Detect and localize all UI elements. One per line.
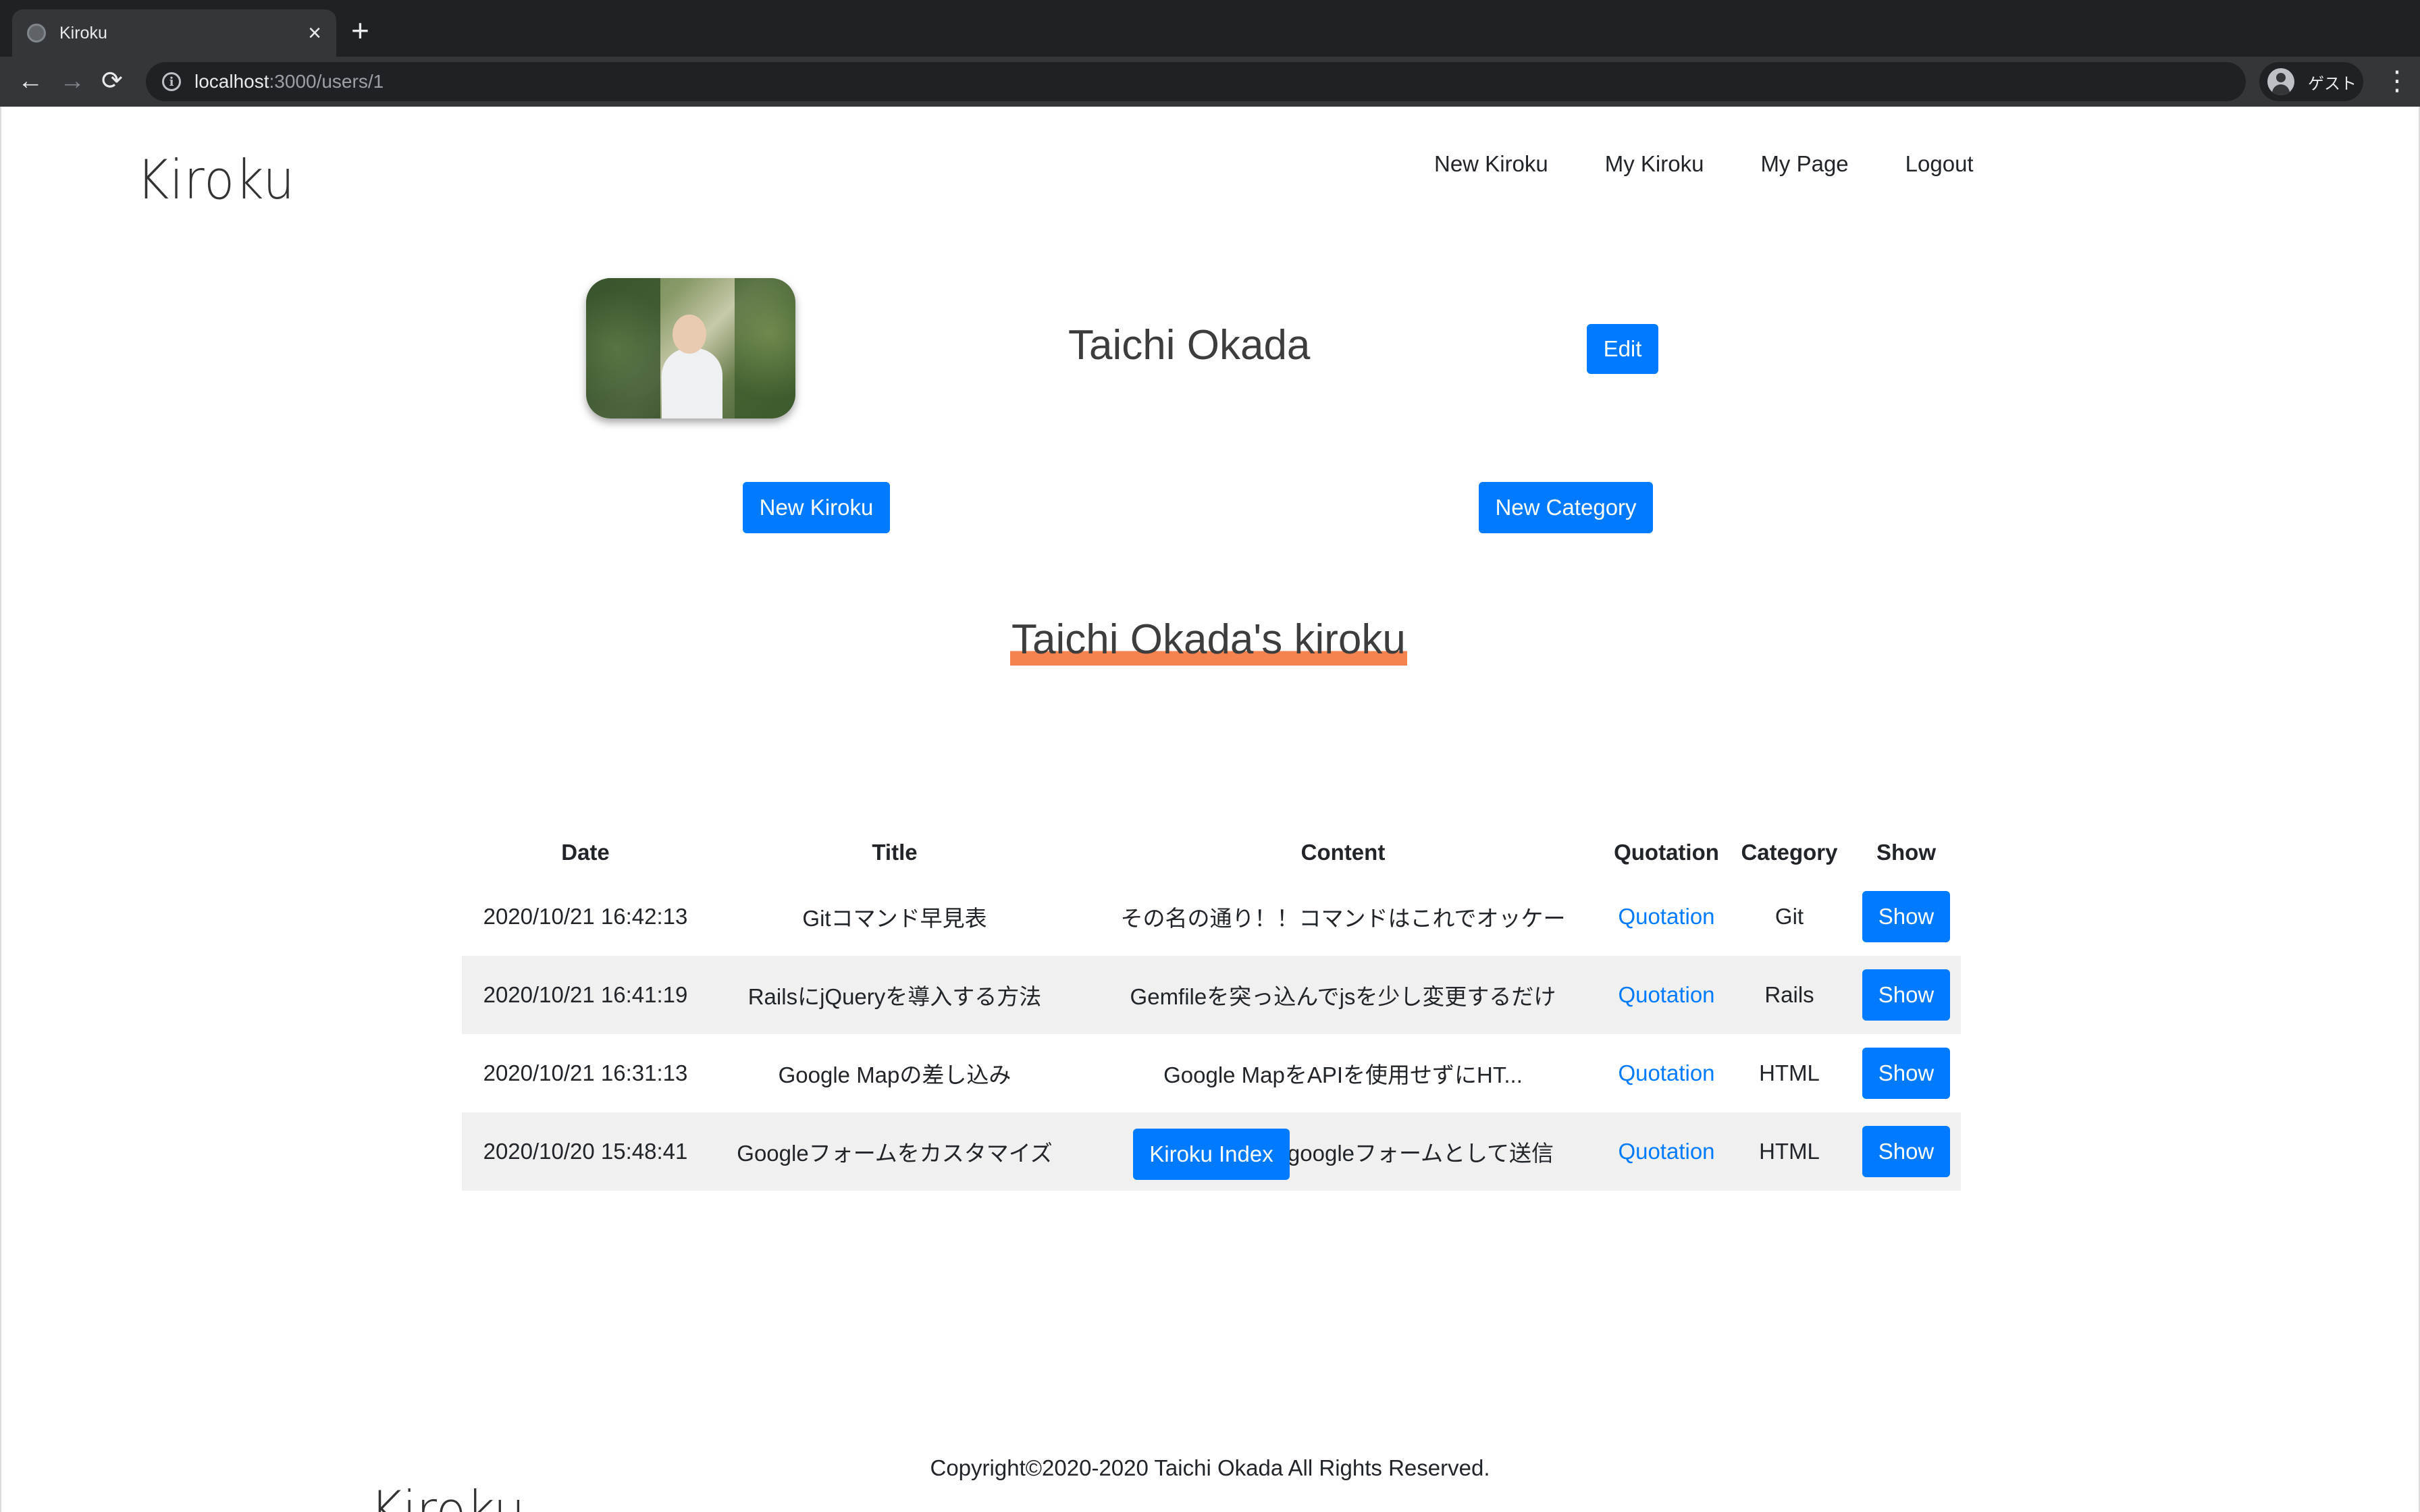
cell-content: Google MapをAPIを使用せずにHT...	[1163, 1062, 1523, 1087]
cell-show: Show	[1851, 1112, 1961, 1191]
show-button[interactable]: Show	[1862, 1048, 1950, 1099]
footer-logo[interactable]: Kiroku	[370, 1480, 525, 1512]
section-title: Taichi Okada's kiroku	[1010, 614, 1407, 666]
profile-icon	[2267, 68, 2294, 95]
quotation-link[interactable]: Quotation	[1618, 904, 1714, 929]
header-quotation: Quotation	[1614, 840, 1719, 865]
table-row: 2020/10/21 16:31:13 Google Mapの差し込み Goog…	[462, 1034, 1961, 1112]
url-host: localhost	[194, 71, 269, 92]
edit-button[interactable]: Edit	[1587, 324, 1658, 374]
header-title: Title	[872, 840, 918, 865]
new-category-button[interactable]: New Category	[1479, 482, 1653, 533]
cell-category: Rails	[1727, 956, 1851, 1034]
show-button[interactable]: Show	[1862, 969, 1950, 1021]
header-show: Show	[1876, 840, 1936, 865]
cell-quotation: Quotation	[1606, 1034, 1727, 1112]
more-menu-icon[interactable]: ⋮	[2384, 66, 2411, 96]
site-logo[interactable]: Kiroku	[136, 148, 295, 211]
cell-quotation: Quotation	[1606, 956, 1727, 1034]
header-content: Content	[1300, 840, 1386, 865]
nav-new-kiroku[interactable]: New Kiroku	[1434, 151, 1548, 177]
cell-content: Gemfileを突っ込んでjsを少し変更するだけ	[1080, 956, 1606, 1034]
nav-logout[interactable]: Logout	[1905, 151, 1974, 177]
cell-category: HTML	[1727, 1112, 1851, 1191]
browser-chrome: Kiroku × + ← → ⟳ i localhost :3000/users…	[0, 0, 2420, 107]
browser-tab[interactable]: Kiroku ×	[12, 9, 336, 57]
quotation-link[interactable]: Quotation	[1618, 1139, 1714, 1164]
table-row: 2020/10/21 16:42:13 Gitコマンド早見表 その名の通り！！コ…	[462, 878, 1961, 956]
close-icon[interactable]: ×	[308, 22, 321, 45]
photo-person-body	[662, 348, 722, 418]
top-nav: New Kiroku My Kiroku My Page Logout	[1434, 151, 1974, 177]
browser-toolbar: ← → ⟳ i localhost :3000/users/1 ゲスト ⋮	[0, 57, 2420, 107]
cell-date: 2020/10/20 15:48:41	[462, 1112, 709, 1191]
quotation-link[interactable]: Quotation	[1618, 1060, 1714, 1085]
cell-date: 2020/10/21 16:41:19	[462, 956, 709, 1034]
globe-icon	[27, 24, 46, 43]
reload-icon[interactable]: ⟳	[101, 68, 123, 94]
tab-title: Kiroku	[59, 23, 107, 43]
cell-show: Show	[1851, 1034, 1961, 1112]
cell-title: Googleフォームをカスタマイズ	[709, 1112, 1080, 1191]
cell-title: Google Mapの差し込み	[778, 1062, 1011, 1087]
cell-show: Show	[1851, 956, 1961, 1034]
tab-strip: Kiroku × +	[0, 0, 2420, 57]
profile-photo	[586, 278, 795, 418]
cell-show: Show	[1851, 878, 1961, 956]
url-path: :3000/users/1	[269, 71, 384, 92]
cell-quotation: Quotation	[1606, 1112, 1727, 1191]
new-tab-icon[interactable]: +	[351, 15, 369, 46]
header-date: Date	[561, 840, 610, 865]
table-row: 2020/10/21 16:41:19 RailsにjQueryを導入する方法 …	[462, 956, 1961, 1034]
table-header-row: Date Title Content Quotation Category Sh…	[462, 828, 1961, 878]
back-icon[interactable]: ←	[18, 68, 43, 94]
cell-title: RailsにjQueryを導入する方法	[709, 956, 1080, 1034]
quotation-link[interactable]: Quotation	[1618, 982, 1714, 1007]
cell-category: Git	[1774, 904, 1804, 929]
forward-icon[interactable]: →	[59, 68, 85, 94]
cell-date: 2020/10/21 16:31:13	[483, 1060, 688, 1085]
cell-content: その名の通り！！コマンドはこれでオッケー	[1120, 906, 1566, 931]
info-icon[interactable]: i	[162, 72, 181, 91]
show-button[interactable]: Show	[1862, 1126, 1950, 1177]
nav-my-kiroku[interactable]: My Kiroku	[1605, 151, 1704, 177]
nav-my-page[interactable]: My Page	[1760, 151, 1848, 177]
photo-foliage-right	[735, 278, 795, 418]
address-bar[interactable]: i localhost :3000/users/1	[146, 62, 2246, 101]
profile-button[interactable]: ゲスト	[2259, 62, 2363, 101]
profile-label: ゲスト	[2308, 74, 2357, 93]
kiroku-index-button[interactable]: Kiroku Index	[1133, 1129, 1290, 1180]
cell-date: 2020/10/21 16:42:13	[483, 904, 688, 929]
header-category: Category	[1741, 840, 1838, 865]
show-button[interactable]: Show	[1862, 891, 1950, 942]
photo-person-head	[673, 315, 706, 354]
user-name: Taichi Okada	[1068, 322, 1311, 369]
cell-category: HTML	[1759, 1060, 1820, 1085]
photo-foliage-left	[586, 278, 660, 418]
cell-title: Gitコマンド早見表	[802, 906, 987, 931]
cell-quotation: Quotation	[1606, 878, 1727, 956]
page-content: Kiroku New Kiroku My Kiroku My Page Logo…	[0, 107, 2420, 1512]
copyright-text: Copyright©2020-2020 Taichi Okada All Rig…	[930, 1455, 1490, 1480]
new-kiroku-button[interactable]: New Kiroku	[743, 482, 890, 533]
